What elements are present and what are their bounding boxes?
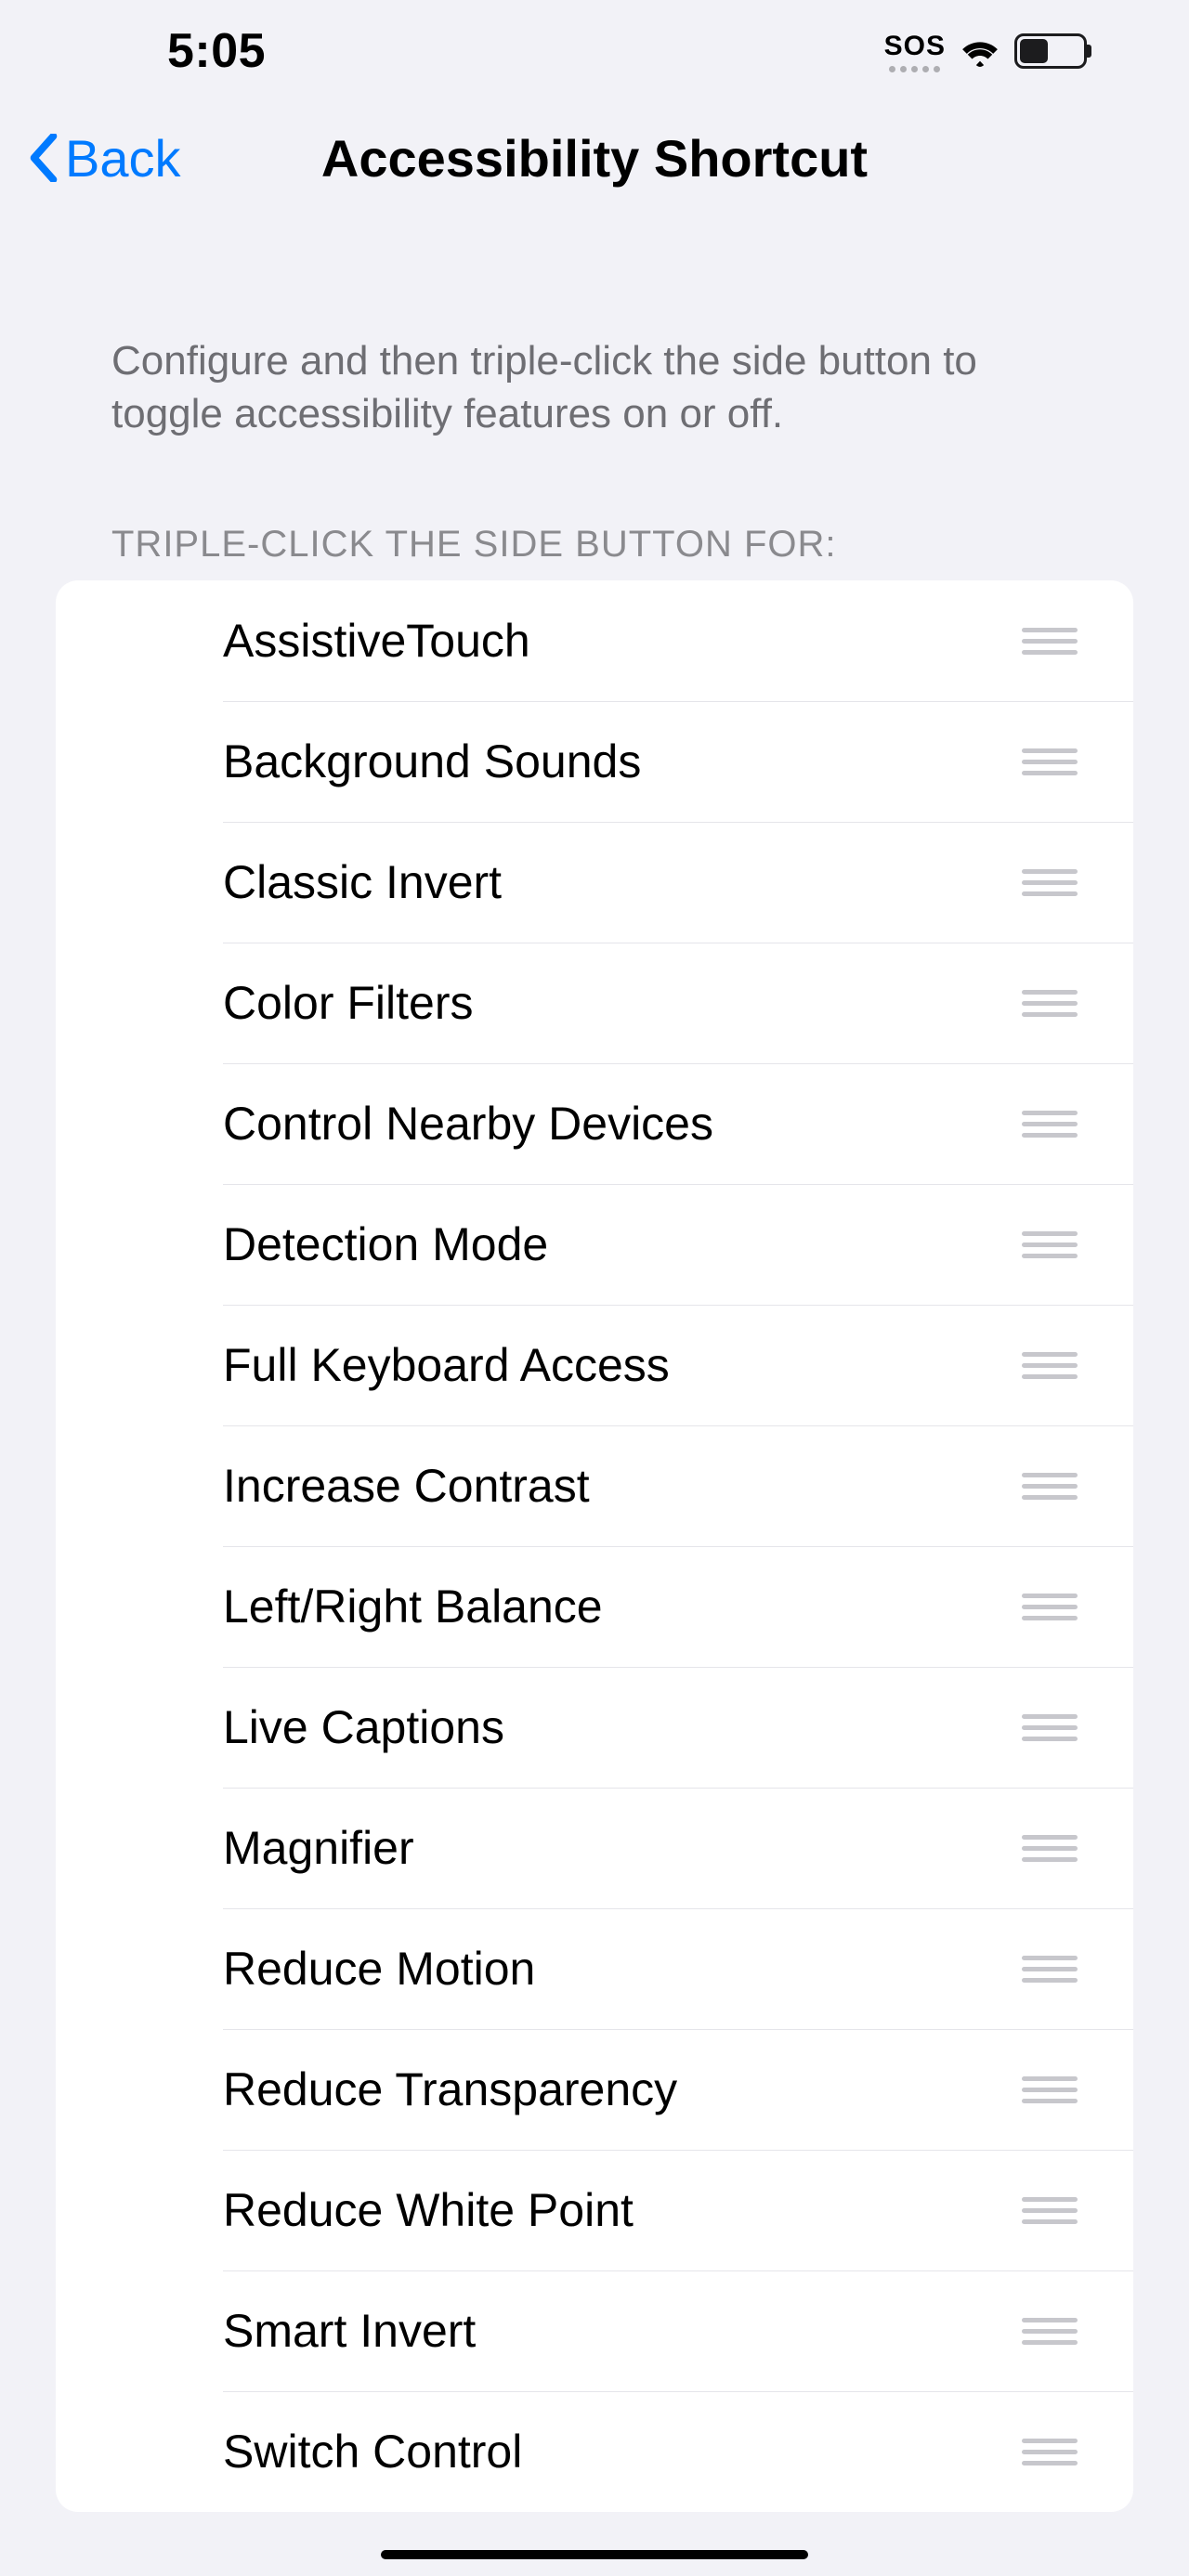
drag-handle-icon[interactable] [1022,1347,1078,1384]
list-item[interactable]: Reduce Motion [56,1908,1133,2029]
drag-handle-icon[interactable] [1022,622,1078,659]
drag-handle-icon[interactable] [1022,1226,1078,1263]
list-item-label: Live Captions [223,1700,504,1754]
drag-handle-icon[interactable] [1022,2071,1078,2108]
drag-handle-icon[interactable] [1022,864,1078,901]
list-item[interactable]: Full Keyboard Access [56,1305,1133,1425]
list-item-label: Control Nearby Devices [223,1097,713,1151]
list-item-label: Detection Mode [223,1217,548,1271]
list-item[interactable]: Detection Mode [56,1184,1133,1305]
section-header: TRIPLE-CLICK THE SIDE BUTTON FOR: [56,524,1133,580]
drag-handle-icon[interactable] [1022,1829,1078,1867]
nav-bar: Back Accessibility Shortcut [0,102,1189,214]
drag-handle-icon[interactable] [1022,1467,1078,1504]
list-item[interactable]: Increase Contrast [56,1425,1133,1546]
list-item[interactable]: Reduce Transparency [56,2029,1133,2150]
description-text: Configure and then triple-click the side… [56,334,1133,440]
drag-handle-icon[interactable] [1022,2312,1078,2349]
list-item[interactable]: Control Nearby Devices [56,1063,1133,1184]
wifi-icon [959,35,1001,67]
status-bar: 5:05 SOS [0,0,1189,102]
drag-handle-icon[interactable] [1022,743,1078,780]
home-indicator[interactable] [381,2550,808,2559]
sos-indicator: SOS [884,31,946,72]
sos-dots [889,66,940,72]
list-item[interactable]: Left/Right Balance [56,1546,1133,1667]
list-item[interactable]: Color Filters [56,943,1133,1063]
status-time: 5:05 [56,23,266,79]
list-item-label: AssistiveTouch [223,614,530,668]
drag-handle-icon[interactable] [1022,1105,1078,1142]
list-item-label: Magnifier [223,1821,414,1875]
back-label: Back [65,128,181,189]
back-button[interactable]: Back [28,128,181,189]
list-item-label: Reduce White Point [223,2183,634,2237]
battery-icon [1014,33,1087,69]
status-right: SOS [884,31,1133,72]
chevron-left-icon [28,134,59,182]
list-item[interactable]: Magnifier [56,1788,1133,1908]
list-item-label: Left/Right Balance [223,1580,603,1633]
list-item-label: Classic Invert [223,855,502,909]
battery-level [1020,39,1048,63]
drag-handle-icon[interactable] [1022,2433,1078,2470]
list-item-label: Switch Control [223,2425,522,2478]
list-item[interactable]: Switch Control [56,2391,1133,2512]
list-item-label: Background Sounds [223,735,641,788]
list-item-label: Increase Contrast [223,1459,590,1513]
list-item-label: Full Keyboard Access [223,1338,670,1392]
shortcut-list: AssistiveTouch Background Sounds Classic I… [56,580,1133,2512]
page-title: Accessibility Shortcut [321,128,868,189]
list-item[interactable]: Live Captions [56,1667,1133,1788]
list-item-label: Smart Invert [223,2304,476,2358]
list-item[interactable]: Background Sounds [56,701,1133,822]
list-item-label: Reduce Motion [223,1942,535,1996]
drag-handle-icon[interactable] [1022,1709,1078,1746]
drag-handle-icon[interactable] [1022,1588,1078,1625]
drag-handle-icon[interactable] [1022,984,1078,1021]
sos-text: SOS [884,31,946,62]
list-item[interactable]: Reduce White Point [56,2150,1133,2270]
list-item[interactable]: Smart Invert [56,2270,1133,2391]
list-item[interactable]: Classic Invert [56,822,1133,943]
list-item[interactable]: AssistiveTouch [56,580,1133,701]
list-item-label: Color Filters [223,976,473,1030]
drag-handle-icon[interactable] [1022,1950,1078,1987]
list-item-label: Reduce Transparency [223,2062,677,2116]
drag-handle-icon[interactable] [1022,2192,1078,2229]
